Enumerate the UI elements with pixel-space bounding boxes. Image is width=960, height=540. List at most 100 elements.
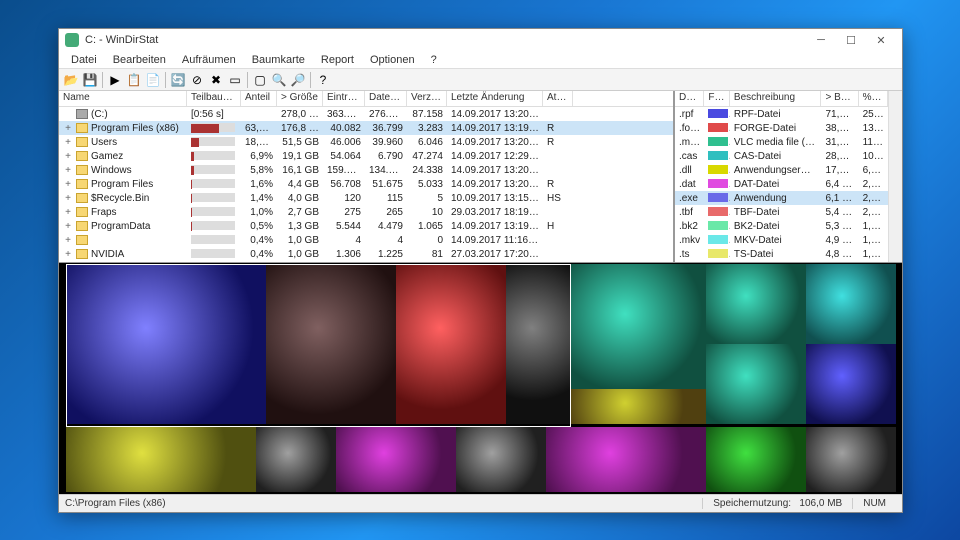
dir-col-header[interactable]: > Größe <box>277 91 323 106</box>
dir-row[interactable]: +0,4%1,0 GB44014.09.2017 11:16:11 <box>59 233 673 247</box>
dir-row[interactable]: (C:)[0:56 s]278,0 GB363.372276.21487.158… <box>59 107 673 121</box>
treemap-block[interactable] <box>266 264 396 424</box>
expand-icon[interactable]: + <box>63 235 73 246</box>
dir-col-header[interactable]: Einträge <box>323 91 365 106</box>
delete-icon[interactable]: ✖ <box>207 71 225 89</box>
expand-icon[interactable]: + <box>63 207 73 218</box>
treemap-block[interactable] <box>456 427 546 492</box>
paste-icon[interactable]: 📄 <box>144 71 162 89</box>
treemap-block[interactable] <box>806 344 896 424</box>
menu-report[interactable]: Report <box>313 53 362 67</box>
treemap-block[interactable] <box>66 264 266 424</box>
treemap-block[interactable] <box>506 264 571 424</box>
menu-datei[interactable]: Datei <box>63 53 105 67</box>
dir-row[interactable]: +Program Files1,6%4,4 GB56.70851.6755.03… <box>59 177 673 191</box>
menu-aufräumen[interactable]: Aufräumen <box>174 53 244 67</box>
ext-row[interactable]: .casCAS-Datei28,7 GB10,3% <box>675 149 888 163</box>
run-icon[interactable]: ▶ <box>106 71 124 89</box>
treemap-block[interactable] <box>806 427 896 492</box>
zoom-in-icon[interactable]: 🔍 <box>270 71 288 89</box>
ext-row[interactable]: .mkvMKV-Datei4,9 GB1,8% <box>675 233 888 247</box>
expand-icon[interactable]: + <box>63 151 73 162</box>
dir-col-header[interactable]: Teilbaum-Anteil <box>187 91 241 106</box>
ext-row[interactable]: .mp4VLC media file (.mp4)31,9 GB11,5% <box>675 135 888 149</box>
color-swatch <box>708 193 728 202</box>
ext-row[interactable]: .exeAnwendung6,1 GB2,2% <box>675 191 888 205</box>
ext-col-header[interactable]: Dateityp <box>675 91 704 106</box>
save-icon[interactable]: 💾 <box>81 71 99 89</box>
refresh-icon[interactable]: 🔄 <box>169 71 187 89</box>
ext-row[interactable]: .kf...KFC_DATA-Datei4,2 GB1,5% <box>675 261 888 262</box>
menu-optionen[interactable]: Optionen <box>362 53 423 67</box>
treemap-block[interactable] <box>571 389 706 424</box>
dir-col-header[interactable]: Verzei... <box>407 91 447 106</box>
color-swatch <box>708 179 728 188</box>
dir-row[interactable]: +Users18,5%51,5 GB46.00639.9606.04614.09… <box>59 135 673 149</box>
open-icon[interactable]: 📂 <box>62 71 80 89</box>
ext-table-body[interactable]: .rpfRPF-Datei71,5 GB25,7%.for...FORGE-Da… <box>675 107 888 262</box>
ext-col-header[interactable]: % By... <box>859 91 888 106</box>
titlebar[interactable]: C: - WinDirStat ─ ☐ ✕ <box>59 29 902 51</box>
dir-row[interactable]: +Windows5,8%16,1 GB159.237134.89924.3381… <box>59 163 673 177</box>
dir-row[interactable]: +Gamez6,9%19,1 GB54.0646.79047.27414.09.… <box>59 149 673 163</box>
expand-icon[interactable]: + <box>63 193 73 204</box>
treemap-block[interactable] <box>336 427 456 492</box>
dir-row[interactable]: +$Recycle.Bin1,4%4,0 GB120115510.09.2017… <box>59 191 673 205</box>
new-icon[interactable]: ▢ <box>251 71 269 89</box>
treemap-block[interactable] <box>706 264 806 344</box>
ext-row[interactable]: .for...FORGE-Datei38,0 GB13,7% <box>675 121 888 135</box>
ext-row[interactable]: .rpfRPF-Datei71,5 GB25,7% <box>675 107 888 121</box>
usage-bar-bg <box>191 207 235 216</box>
menu-bearbeiten[interactable]: Bearbeiten <box>105 53 174 67</box>
extension-table[interactable]: DateitypFar...Beschreibung> Bytes% By...… <box>673 91 888 262</box>
treemap-block[interactable] <box>706 344 806 424</box>
dir-col-header[interactable]: Letzte Änderung <box>447 91 543 106</box>
color-swatch <box>708 249 728 258</box>
minimize-button[interactable]: ─ <box>806 30 836 50</box>
ext-col-header[interactable]: Beschreibung <box>730 91 822 106</box>
ext-col-header[interactable]: > Bytes <box>821 91 858 106</box>
copy-icon[interactable]: 📋 <box>125 71 143 89</box>
expand-icon[interactable]: + <box>63 165 73 176</box>
treemap-block[interactable] <box>806 264 896 344</box>
treemap-block[interactable] <box>571 264 706 389</box>
dir-col-header[interactable]: Attri... <box>543 91 573 106</box>
dir-row[interactable]: +NVIDIA0,4%1,0 GB1.3061.2258127.03.2017 … <box>59 247 673 261</box>
dir-row[interactable]: +ProgramData0,5%1,3 GB5.5444.4791.06514.… <box>59 219 673 233</box>
dir-table-body[interactable]: (C:)[0:56 s]278,0 GB363.372276.21487.158… <box>59 107 673 262</box>
close-button[interactable]: ✕ <box>866 30 896 50</box>
dir-row[interactable]: +Fraps1,0%2,7 GB2752651029.03.2017 18:19… <box>59 205 673 219</box>
treemap-block[interactable] <box>396 264 506 424</box>
ext-col-header[interactable]: Far... <box>704 91 730 106</box>
menu-baumkarte[interactable]: Baumkarte <box>244 53 313 67</box>
dir-col-header[interactable]: Dateien <box>365 91 407 106</box>
dir-row[interactable]: +Intel0,0%22,5 KB43125.06.2017 13:49:04 <box>59 261 673 262</box>
expand-icon[interactable]: + <box>63 123 73 134</box>
ext-row[interactable]: .tbfTBF-Datei5,4 GB2,0% <box>675 205 888 219</box>
expand-icon[interactable]: + <box>63 179 73 190</box>
treemap-block[interactable] <box>66 427 256 492</box>
treemap-block[interactable] <box>706 427 806 492</box>
stop-icon[interactable]: ⊘ <box>188 71 206 89</box>
expand-icon[interactable]: + <box>63 221 73 232</box>
ext-scrollbar[interactable] <box>888 91 902 262</box>
ext-row[interactable]: .datDAT-Datei6,4 GB2,3% <box>675 177 888 191</box>
dir-col-header[interactable]: Name <box>59 91 187 106</box>
maximize-button[interactable]: ☐ <box>836 30 866 50</box>
help-icon[interactable]: ? <box>314 71 332 89</box>
treemap-block[interactable] <box>546 427 706 492</box>
dir-col-header[interactable]: Anteil <box>241 91 277 106</box>
zoom-out-icon[interactable]: 🔎 <box>289 71 307 89</box>
dir-row[interactable]: +Program Files (x86)63,6%176,8 GB40.0823… <box>59 121 673 135</box>
usage-bar <box>191 166 194 175</box>
ext-row[interactable]: .tsTS-Datei4,8 GB1,7% <box>675 247 888 261</box>
expand-icon[interactable]: + <box>63 249 73 260</box>
treemap-block[interactable] <box>256 427 336 492</box>
ext-row[interactable]: .dllAnwendungserweiterung17,1 GB6,1% <box>675 163 888 177</box>
menu-?[interactable]: ? <box>423 53 445 67</box>
expand-icon[interactable]: + <box>63 137 73 148</box>
directory-tree-table[interactable]: NameTeilbaum-AnteilAnteil> GrößeEinträge… <box>59 91 673 262</box>
cmd-icon[interactable]: ▭ <box>226 71 244 89</box>
ext-row[interactable]: .bk2BK2-Datei5,3 GB1,9% <box>675 219 888 233</box>
treemap-view[interactable] <box>59 263 902 494</box>
